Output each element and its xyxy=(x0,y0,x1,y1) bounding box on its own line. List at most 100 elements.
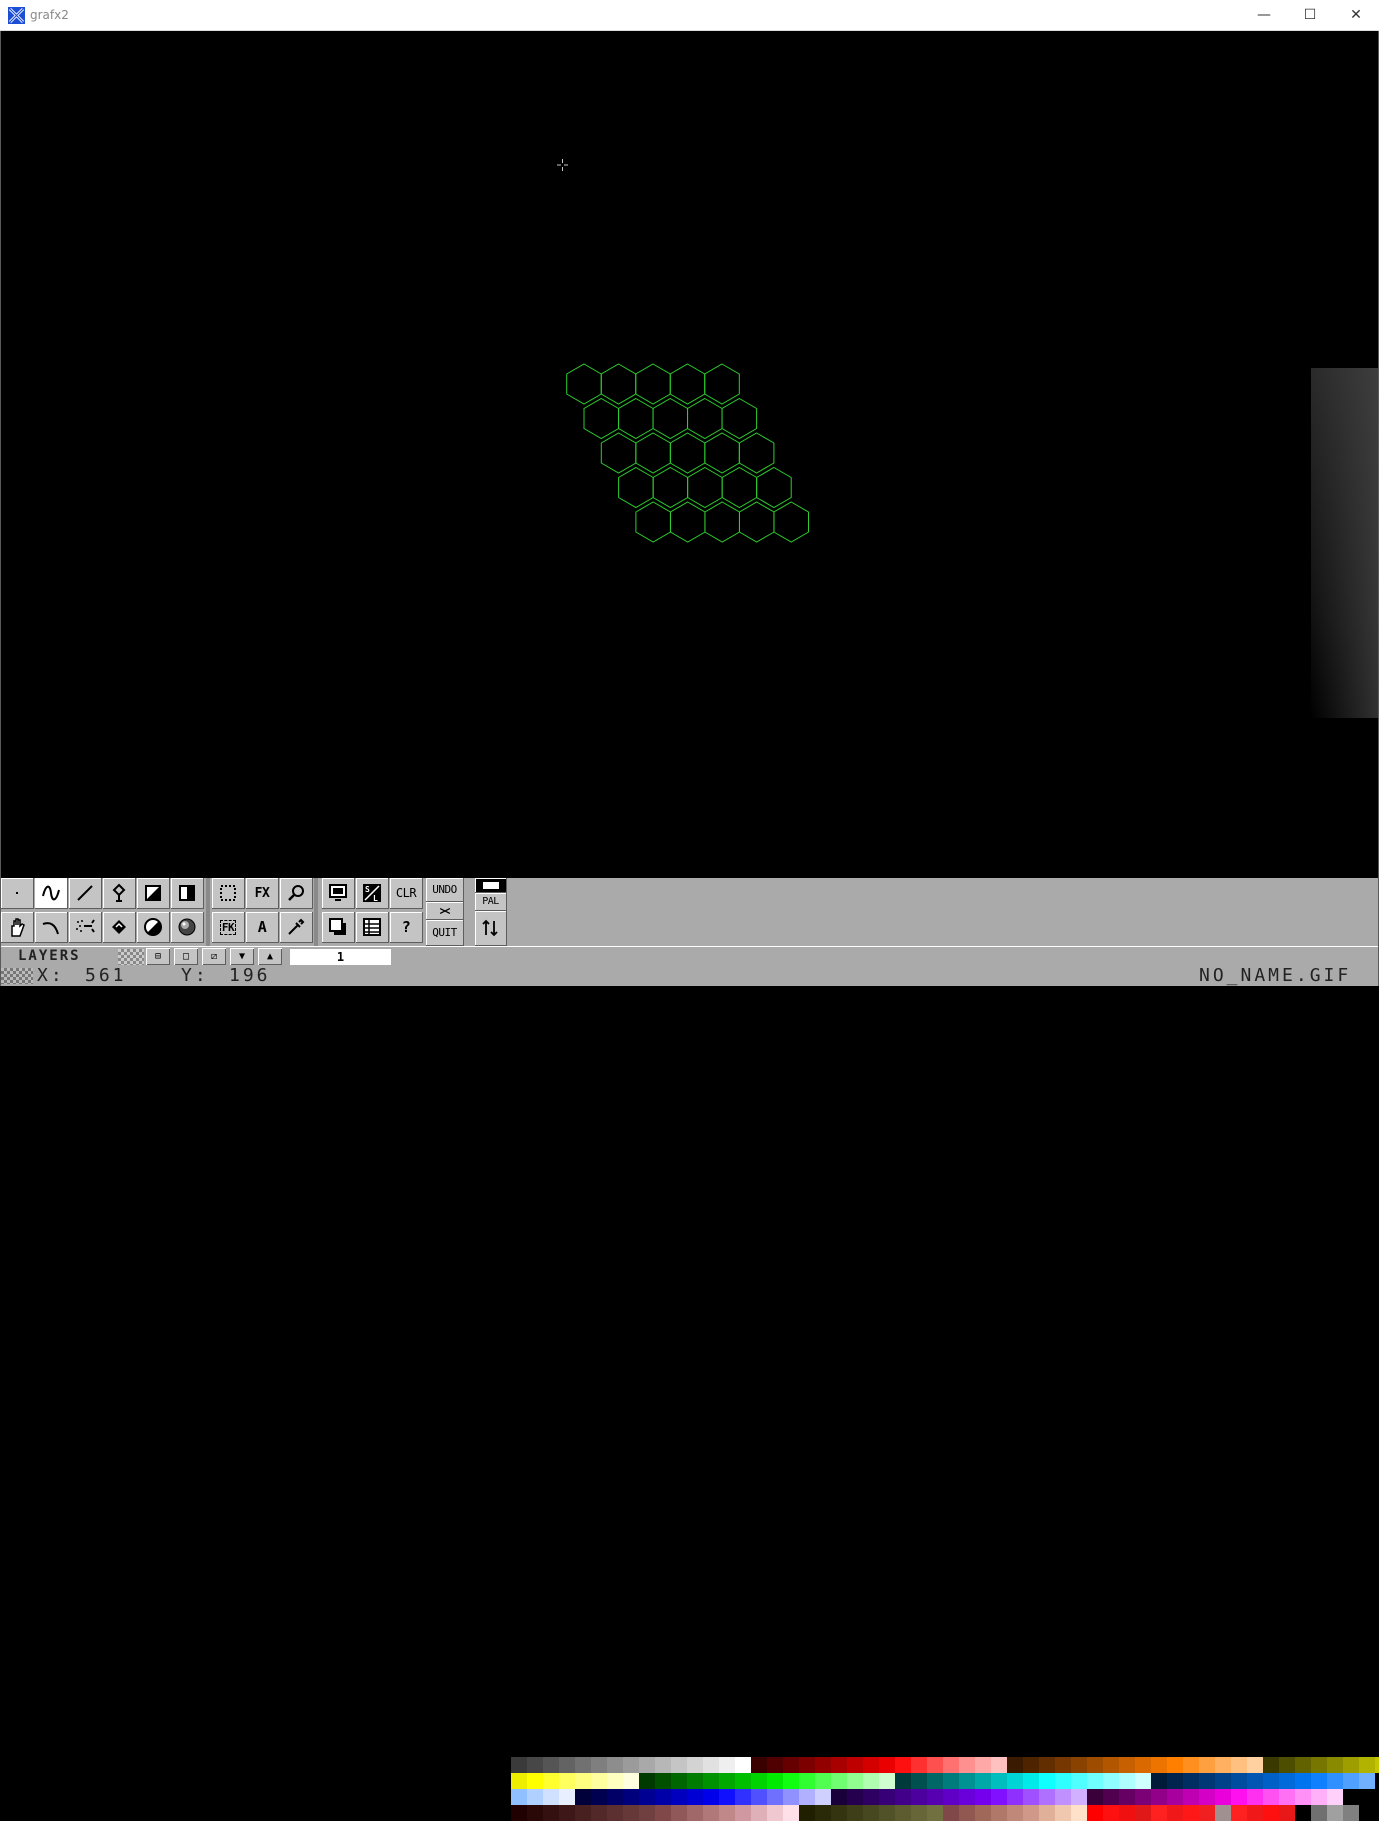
palette-swatch[interactable] xyxy=(879,1773,895,1789)
circle-tool[interactable] xyxy=(137,912,170,943)
palette-swatch[interactable] xyxy=(943,1805,959,1821)
palette-swatch[interactable] xyxy=(959,1789,975,1805)
palette-swatch[interactable] xyxy=(815,1757,831,1773)
palette-swatch[interactable] xyxy=(991,1805,1007,1821)
palette-swatch[interactable] xyxy=(1055,1789,1071,1805)
palette-swatch[interactable] xyxy=(559,1789,575,1805)
palette-swatch[interactable] xyxy=(1039,1789,1055,1805)
palette-swatch[interactable] xyxy=(1055,1757,1071,1773)
palette-swatch[interactable] xyxy=(1247,1773,1263,1789)
palette-swatch[interactable] xyxy=(1295,1773,1311,1789)
palette-swatch[interactable] xyxy=(831,1805,847,1821)
palette-swatch[interactable] xyxy=(623,1773,639,1789)
palette-swatch[interactable] xyxy=(687,1757,703,1773)
palette-swatch[interactable] xyxy=(1247,1805,1263,1821)
palette-swatch[interactable] xyxy=(575,1757,591,1773)
palette-swatch[interactable] xyxy=(719,1757,735,1773)
palette-swatch[interactable] xyxy=(1167,1773,1183,1789)
palette-swatch[interactable] xyxy=(527,1789,543,1805)
palette-swatch[interactable] xyxy=(703,1789,719,1805)
palette-swatch[interactable] xyxy=(751,1757,767,1773)
palette-swatch[interactable] xyxy=(1279,1773,1295,1789)
palette-swatch[interactable] xyxy=(591,1789,607,1805)
palette-swatch[interactable] xyxy=(975,1789,991,1805)
palette-swatch[interactable] xyxy=(543,1789,559,1805)
palette-swatch[interactable] xyxy=(1151,1789,1167,1805)
screen-size-button[interactable] xyxy=(322,878,355,909)
palette-swatch[interactable] xyxy=(1119,1773,1135,1789)
palette-swatch[interactable] xyxy=(1071,1805,1087,1821)
palette-swatch[interactable] xyxy=(1279,1805,1295,1821)
palette-swatch[interactable] xyxy=(1135,1805,1151,1821)
layer-delete-button[interactable]: ⧄ xyxy=(202,948,226,965)
gradient-rect-tool[interactable] xyxy=(171,878,204,909)
brush-select-tool[interactable] xyxy=(212,878,245,909)
palette-swatch[interactable] xyxy=(1039,1805,1055,1821)
palette-swatch[interactable] xyxy=(751,1773,767,1789)
palette-swatch[interactable] xyxy=(863,1773,879,1789)
palette-swatch[interactable] xyxy=(767,1805,783,1821)
palette-swatch[interactable] xyxy=(1071,1773,1087,1789)
palette-swatch[interactable] xyxy=(1007,1757,1023,1773)
palette-swatch[interactable] xyxy=(1327,1757,1343,1773)
palette-swatch[interactable] xyxy=(991,1773,1007,1789)
palette-swatch[interactable] xyxy=(1183,1757,1199,1773)
palette-swatch[interactable] xyxy=(559,1757,575,1773)
palette-swatch[interactable] xyxy=(1183,1789,1199,1805)
airbrush-tool[interactable] xyxy=(69,912,102,943)
brush-effects-button[interactable] xyxy=(322,912,355,943)
drawing-canvas[interactable] xyxy=(1,31,1378,878)
palette-swatch[interactable] xyxy=(1199,1805,1215,1821)
palette-swatch[interactable] xyxy=(1231,1773,1247,1789)
palette-swatch[interactable] xyxy=(1263,1805,1279,1821)
fore-back-color[interactable] xyxy=(475,878,507,893)
palette-swatch[interactable] xyxy=(895,1805,911,1821)
palette-swatch[interactable] xyxy=(1215,1789,1231,1805)
palette-swatch[interactable] xyxy=(1023,1789,1039,1805)
palette-swatch[interactable] xyxy=(1311,1757,1327,1773)
palette-swatch[interactable] xyxy=(639,1789,655,1805)
palette-row[interactable] xyxy=(511,1805,1375,1821)
palette-swatch[interactable] xyxy=(783,1805,799,1821)
palette-swatch[interactable] xyxy=(991,1757,1007,1773)
palette-swatch[interactable] xyxy=(1295,1757,1311,1773)
layer-tab-1[interactable]: 1 xyxy=(290,949,391,965)
palette-swatch[interactable] xyxy=(959,1773,975,1789)
palette-swatch[interactable] xyxy=(1087,1773,1103,1789)
palette-swatch[interactable] xyxy=(767,1773,783,1789)
palette-swatch[interactable] xyxy=(799,1789,815,1805)
palette-swatch[interactable] xyxy=(1119,1805,1135,1821)
palette-swatch[interactable] xyxy=(607,1757,623,1773)
palette-swatch[interactable] xyxy=(1071,1789,1087,1805)
palette-swatch[interactable] xyxy=(1279,1789,1295,1805)
magnifier-tool[interactable] xyxy=(280,878,313,909)
palette-row[interactable] xyxy=(511,1773,1375,1789)
palette-swatch[interactable] xyxy=(1119,1789,1135,1805)
palette-swatch[interactable] xyxy=(607,1789,623,1805)
palette-swatch[interactable] xyxy=(911,1757,927,1773)
palette-swatch[interactable] xyxy=(1135,1789,1151,1805)
palette-swatch[interactable] xyxy=(783,1757,799,1773)
palette-swatch[interactable] xyxy=(831,1773,847,1789)
palette-swatch[interactable] xyxy=(1183,1805,1199,1821)
palette-swatch[interactable] xyxy=(1199,1773,1215,1789)
palette-swatch[interactable] xyxy=(559,1773,575,1789)
palette-swatch[interactable] xyxy=(735,1789,751,1805)
palette-swatch[interactable] xyxy=(639,1773,655,1789)
palette-swatch[interactable] xyxy=(527,1773,543,1789)
palette-swatch[interactable] xyxy=(895,1789,911,1805)
palette-swatch[interactable] xyxy=(911,1789,927,1805)
palette-swatch[interactable] xyxy=(1375,1757,1379,1773)
palette-swatch[interactable] xyxy=(511,1773,527,1789)
brush-grab-tool[interactable] xyxy=(103,878,136,909)
palette-swatch[interactable] xyxy=(815,1805,831,1821)
palette-swatch[interactable] xyxy=(911,1773,927,1789)
palette-swatch[interactable] xyxy=(527,1757,543,1773)
palette-swatch[interactable] xyxy=(1023,1773,1039,1789)
palette-swatch[interactable] xyxy=(751,1789,767,1805)
palette-swatch[interactable] xyxy=(799,1757,815,1773)
palette-swatch[interactable] xyxy=(863,1757,879,1773)
palette-swatch[interactable] xyxy=(1263,1757,1279,1773)
palette-swatch[interactable] xyxy=(1071,1757,1087,1773)
palette-swatch[interactable] xyxy=(623,1789,639,1805)
